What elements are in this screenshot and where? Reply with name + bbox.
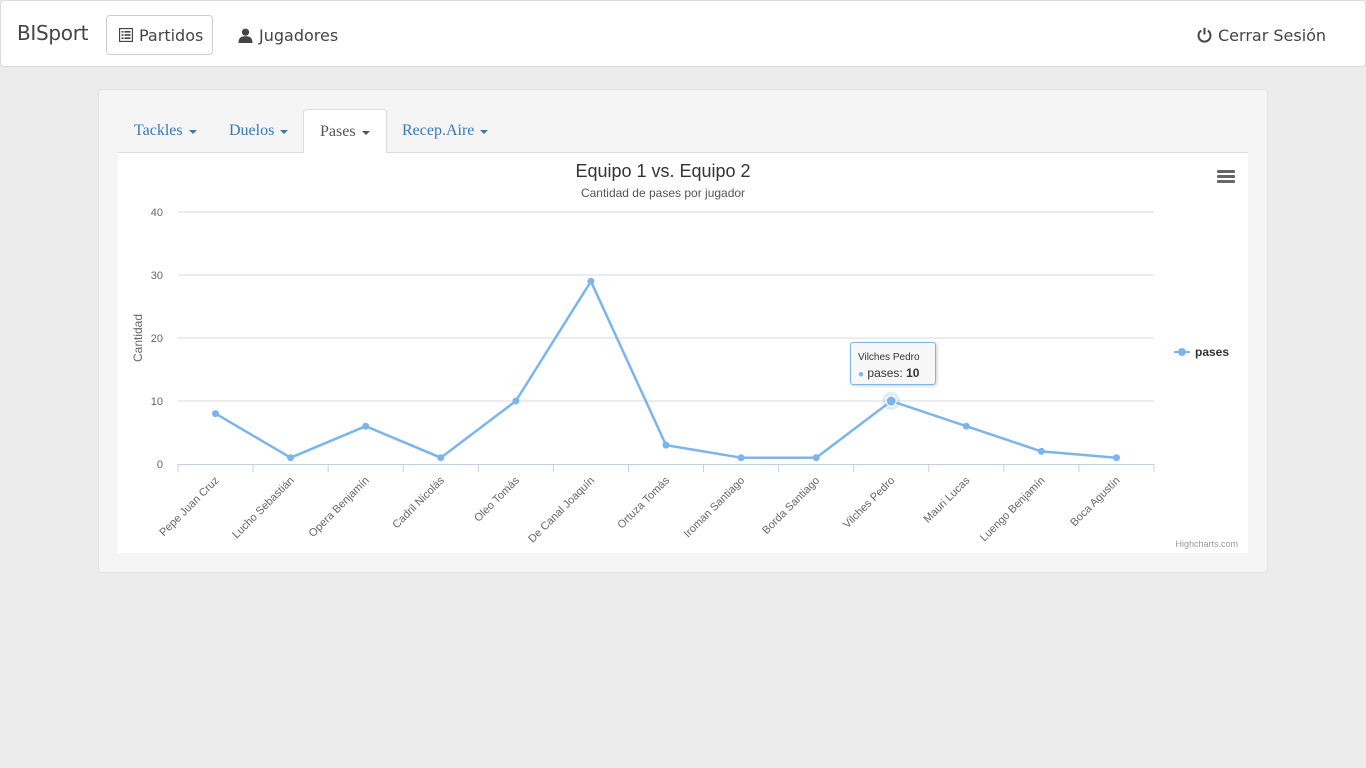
x-tick-label: Boca Agustín (1068, 475, 1122, 529)
brand-logo[interactable]: BISport (17, 21, 89, 45)
tooltip-value: 10 (906, 366, 920, 380)
data-point (737, 454, 745, 462)
x-tick-label: Cadril Nicolás (390, 474, 447, 531)
nav-partidos[interactable]: Partidos (106, 15, 213, 55)
legend-item-label: pases (1195, 345, 1229, 359)
tab-recep-aire-label: Recep.Aire (402, 122, 475, 139)
data-point (512, 397, 520, 405)
y-tick-label: 10 (151, 396, 163, 408)
legend-marker (1178, 348, 1186, 356)
data-point (662, 441, 670, 449)
data-point (962, 422, 970, 430)
stats-panel: Tackles Duelos Pases Recep.Aire Equipo 1… (98, 89, 1268, 573)
chart-tooltip: Vilches Pedro ● pases: 10 (850, 342, 936, 385)
navbar: BISport Partidos Jugadores Cerrar Sesión (0, 0, 1366, 67)
caret-down-icon (361, 130, 370, 135)
data-point (587, 277, 595, 285)
y-tick-label: 40 (151, 207, 163, 219)
tooltip-dot-icon: ● (858, 369, 865, 380)
caret-down-icon (188, 130, 197, 134)
data-point (1037, 447, 1045, 455)
y-tick-label: 30 (151, 270, 163, 282)
data-point (287, 454, 295, 462)
chart-credits[interactable]: Highcharts.com (1175, 539, 1238, 549)
tab-duelos[interactable]: Duelos (213, 109, 304, 153)
tab-pases-label: Pases (320, 122, 356, 140)
x-tick-label: Opera Benjamín (307, 475, 372, 540)
x-tick-label: Mauri Lucas (922, 474, 973, 525)
tab-tackles[interactable]: Tackles (118, 109, 213, 153)
power-icon (1197, 27, 1212, 43)
y-tick-label: 20 (151, 333, 163, 345)
x-tick-label: Iroman Santiago (682, 475, 748, 541)
data-point (1112, 454, 1120, 462)
chart-container: Equipo 1 vs. Equipo 2 Cantidad de pases p… (118, 153, 1248, 553)
chart-subtitle: Cantidad de pases por jugador (581, 186, 745, 200)
line-chart: Equipo 1 vs. Equipo 2 Cantidad de pases p… (131, 161, 1229, 546)
tab-pases[interactable]: Pases (303, 109, 387, 154)
caret-down-icon (280, 130, 289, 134)
data-point (812, 454, 820, 462)
x-tick-label: Luengo Benjamín (978, 475, 1047, 544)
x-tick-label: Pepe Juan Cruz (157, 475, 221, 539)
caret-down-icon (480, 130, 489, 134)
x-tick-label: Lucho Sebastián (230, 475, 296, 541)
tab-tackles-label: Tackles (134, 122, 183, 139)
user-icon (238, 28, 253, 43)
data-point (212, 410, 220, 418)
nav-jugadores[interactable]: Jugadores (226, 15, 350, 55)
tooltip-title: Vilches Pedro (858, 352, 920, 363)
data-point (437, 454, 445, 462)
y-tick-label: 0 (157, 459, 163, 471)
logout-button[interactable]: Cerrar Sesión (1185, 15, 1338, 55)
x-tick-label: Oleo Tomás (472, 474, 522, 524)
data-point (885, 395, 897, 407)
logout-label: Cerrar Sesión (1218, 25, 1327, 45)
data-point (362, 422, 370, 430)
nav-partidos-label: Partidos (139, 25, 204, 45)
tab-duelos-label: Duelos (229, 122, 275, 139)
y-axis-label: Cantidad (131, 314, 145, 362)
tooltip-label: pases: (867, 366, 903, 380)
series-line (214, 280, 1117, 459)
tab-bar: Tackles Duelos Pases Recep.Aire (118, 109, 1248, 154)
x-tick-label: Ortuza Tomás (615, 474, 672, 531)
chart-menu-button[interactable] (1214, 165, 1238, 187)
hamburger-icon (1217, 170, 1235, 183)
x-tick-label: Borda Santiago (760, 475, 822, 537)
x-tick-label: De Canal Joaquín (526, 475, 597, 546)
nav-jugadores-label: Jugadores (259, 25, 339, 45)
chart-title: Equipo 1 vs. Equipo 2 (575, 161, 750, 181)
x-tick-label: Vilches Pedro (841, 475, 897, 531)
list-icon (119, 28, 133, 42)
tab-recep-aire[interactable]: Recep.Aire (386, 109, 504, 153)
